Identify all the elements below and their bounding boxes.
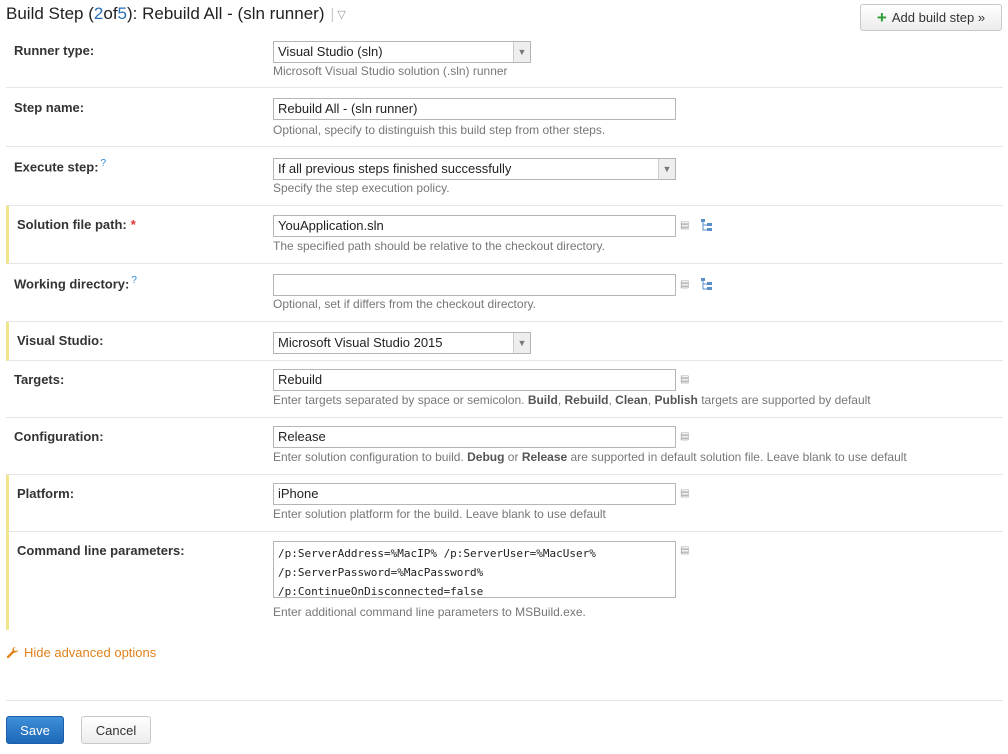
add-icon: + bbox=[876, 8, 887, 27]
platform-label: Platform: bbox=[17, 486, 75, 501]
cmdline-line: /p:ContinueOnDisconnected=false bbox=[278, 585, 484, 598]
title-prefix: Build Step ( bbox=[6, 4, 94, 23]
targets-note-tail: targets are supported by default bbox=[697, 393, 871, 407]
required-marker: * bbox=[130, 217, 136, 232]
execute-step-note: Specify the step execution policy. bbox=[273, 181, 450, 195]
add-build-step-button[interactable]: + Add build step » bbox=[860, 4, 1002, 31]
page-title: Build Step ( 2 of 5 ): Rebuild All - (sl… bbox=[6, 4, 346, 24]
targets-note-text: Enter targets separated by space or semi… bbox=[273, 393, 528, 407]
solution-path-input[interactable]: YouApplication.sln bbox=[273, 215, 676, 237]
targets-input[interactable]: Rebuild bbox=[273, 369, 676, 391]
dropdown-arrow-icon: ▼ bbox=[513, 333, 530, 353]
targets-note: Enter targets separated by space or semi… bbox=[273, 393, 871, 407]
dropdown-arrow-icon: ▼ bbox=[658, 159, 675, 179]
step-menu-toggle-icon[interactable]: ▽ bbox=[337, 8, 345, 21]
text-editor-icon[interactable]: ▤ bbox=[680, 546, 692, 556]
cancel-button[interactable]: Cancel bbox=[81, 716, 151, 744]
cmdline-label: Command line parameters: bbox=[17, 543, 185, 558]
working-dir-label: Working directory: bbox=[14, 276, 130, 292]
title-suffix: ): Rebuild All - (sln runner) bbox=[127, 4, 325, 23]
text-editor-icon[interactable]: ▤ bbox=[680, 432, 692, 442]
wrench-icon bbox=[6, 646, 19, 659]
working-dir-label-wrap: Working directory:? bbox=[14, 275, 137, 291]
form-footer-divider bbox=[6, 700, 1003, 701]
execute-step-select[interactable]: If all previous steps finished successfu… bbox=[273, 158, 676, 180]
text-editor-icon[interactable]: ▤ bbox=[680, 489, 692, 499]
configuration-note-release: Release bbox=[521, 450, 568, 464]
targets-label: Targets: bbox=[14, 372, 65, 387]
title-separator: | bbox=[330, 5, 335, 23]
working-dir-input[interactable] bbox=[273, 274, 676, 296]
title-of: of bbox=[103, 4, 118, 23]
step-name-input[interactable]: Rebuild All - (sln runner) bbox=[273, 98, 676, 120]
targets-note-comma: , bbox=[647, 393, 655, 407]
configuration-input[interactable]: Release bbox=[273, 426, 676, 448]
solution-path-label: Solution file path: bbox=[17, 217, 127, 232]
text-editor-icon[interactable]: ▤ bbox=[680, 375, 692, 385]
targets-note-publish: Publish bbox=[654, 393, 698, 407]
vcs-tree-icon[interactable] bbox=[700, 218, 714, 232]
configuration-note-or: or bbox=[504, 450, 522, 464]
runner-type-value: Visual Studio (sln) bbox=[278, 44, 383, 59]
platform-note: Enter solution platform for the build. L… bbox=[273, 507, 606, 521]
working-dir-note: Optional, set if differs from the checko… bbox=[273, 297, 537, 311]
configuration-note-text: Enter solution configuration to build. bbox=[273, 450, 468, 464]
configuration-label: Configuration: bbox=[14, 429, 104, 444]
runner-type-select[interactable]: Visual Studio (sln) ▼ bbox=[273, 41, 531, 63]
visual-studio-select[interactable]: Microsoft Visual Studio 2015 ▼ bbox=[273, 332, 531, 354]
solution-path-label-wrap: Solution file path: * bbox=[17, 217, 136, 232]
help-icon[interactable]: ? bbox=[101, 158, 107, 169]
execute-step-value: If all previous steps finished successfu… bbox=[278, 161, 512, 176]
visual-studio-value: Microsoft Visual Studio 2015 bbox=[278, 335, 443, 350]
execute-step-label-wrap: Execute step:? bbox=[14, 158, 106, 174]
save-button[interactable]: Save bbox=[6, 716, 64, 744]
text-editor-icon[interactable]: ▤ bbox=[680, 221, 692, 231]
vcs-tree-icon[interactable] bbox=[700, 277, 714, 291]
text-editor-icon[interactable]: ▤ bbox=[680, 280, 692, 290]
visual-studio-label: Visual Studio: bbox=[17, 333, 104, 348]
solution-path-note: The specified path should be relative to… bbox=[273, 239, 605, 253]
runner-type-label: Runner type: bbox=[14, 43, 95, 58]
step-current-link[interactable]: 2 bbox=[94, 4, 103, 24]
platform-input[interactable]: iPhone bbox=[273, 483, 676, 505]
targets-note-rebuild: Rebuild bbox=[564, 393, 609, 407]
targets-note-clean: Clean bbox=[615, 393, 648, 407]
configuration-note: Enter solution configuration to build. D… bbox=[273, 450, 907, 464]
cmdline-note: Enter additional command line parameters… bbox=[273, 605, 586, 619]
step-name-label: Step name: bbox=[14, 100, 85, 115]
help-icon[interactable]: ? bbox=[131, 275, 137, 286]
cmdline-textarea[interactable]: /p:ServerAddress=%MacIP% /p:ServerUser=%… bbox=[273, 541, 676, 598]
add-build-step-label: Add build step » bbox=[891, 10, 986, 25]
configuration-note-tail: are supported in default solution file. … bbox=[567, 450, 907, 464]
runner-type-note: Microsoft Visual Studio solution (.sln) … bbox=[273, 64, 508, 78]
execute-step-label: Execute step: bbox=[14, 159, 99, 175]
step-name-note: Optional, specify to distinguish this bu… bbox=[273, 123, 606, 137]
cmdline-line: /p:ServerPassword=%MacPassword% bbox=[278, 566, 484, 579]
hide-advanced-options-link[interactable]: Hide advanced options bbox=[6, 645, 156, 660]
configuration-note-debug: Debug bbox=[467, 450, 505, 464]
hide-advanced-options-label: Hide advanced options bbox=[24, 645, 157, 660]
dropdown-arrow-icon: ▼ bbox=[513, 42, 530, 62]
targets-note-build: Build bbox=[527, 393, 558, 407]
step-total-link[interactable]: 5 bbox=[118, 4, 127, 24]
cmdline-line: /p:ServerAddress=%MacIP% /p:ServerUser=%… bbox=[278, 547, 596, 560]
